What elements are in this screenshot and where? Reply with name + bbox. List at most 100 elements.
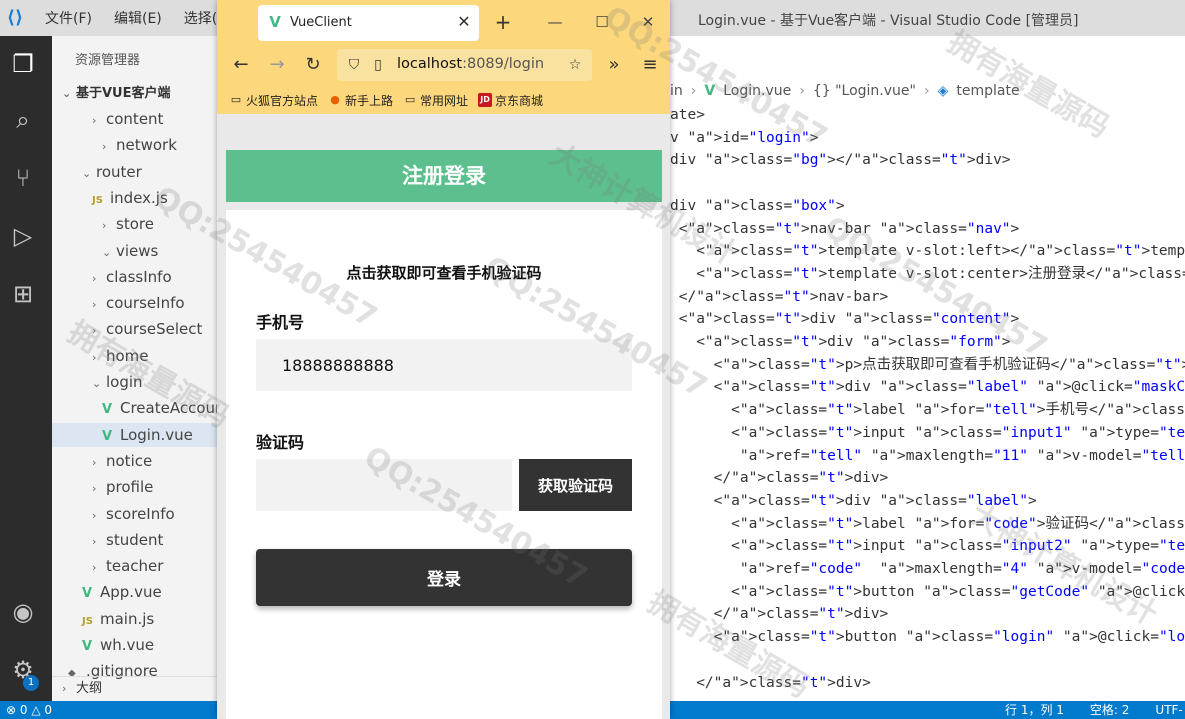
bookmark-item[interactable]: ▭ 火狐官方站点 — [229, 92, 318, 109]
code-line: <"a">class="t">label "a">for="code">验证码<… — [670, 515, 1185, 532]
js-file-icon: JS — [82, 615, 93, 627]
maximize-icon[interactable]: ☐ — [592, 12, 612, 32]
breadcrumb-item[interactable]: template — [956, 83, 1019, 99]
tree-item[interactable]: › scoreInfo — [52, 502, 217, 526]
tree-item[interactable]: › classInfo — [52, 265, 217, 289]
tree-item[interactable]: V Login.vue — [52, 422, 217, 447]
tree-item-label: store — [116, 215, 154, 234]
vue-file-icon: V — [102, 428, 113, 444]
problems-indicator[interactable]: ⊗ 0 △ 0 — [6, 701, 52, 719]
code-line: div "a">class="bg"></"a">class="t">div> — [670, 152, 1011, 169]
tree-item[interactable]: › network — [52, 133, 217, 157]
tree-item[interactable]: › store — [52, 212, 217, 236]
vue-favicon-icon: V — [269, 13, 281, 31]
vue-file-icon: V — [82, 586, 93, 602]
bookmark-item[interactable]: JD 京东商城 — [478, 92, 543, 109]
close-tab-icon[interactable]: ✕ — [455, 13, 473, 31]
tree-item[interactable]: V App.vue — [52, 580, 217, 604]
browser-tab[interactable]: V VueClient ✕ — [258, 5, 479, 41]
code-line: "a">ref="tell" "a">maxlength="11" "a">v-… — [739, 447, 1185, 464]
code-line: <"a">class="t">div "a">class="label" "a"… — [670, 379, 1185, 396]
project-root[interactable]: ⌄ 基于VUE客户端 — [62, 82, 171, 101]
vscode-menu-bar: 文件(F) 编辑(E) 选择( — [45, 0, 217, 36]
page-icon[interactable]: ▯ — [369, 56, 387, 74]
chevron-right-icon: › — [92, 561, 97, 575]
code-input[interactable] — [256, 459, 512, 511]
breadcrumb-item[interactable]: Login.vue — [723, 83, 791, 99]
chevron-down-icon: ⌄ — [62, 87, 72, 100]
tree-item[interactable]: V CreateAccoun — [52, 396, 217, 420]
tree-item[interactable]: JS main.js — [52, 607, 217, 631]
outline-section[interactable]: › 大纲 — [52, 676, 217, 700]
tree-item[interactable]: › profile — [52, 475, 217, 499]
bookmark-star-icon[interactable]: ☆ — [566, 56, 584, 74]
menu-selection[interactable]: 选择( — [184, 8, 217, 28]
overflow-chevron-icon[interactable]: » — [602, 53, 626, 77]
login-button[interactable]: 登录 — [256, 549, 632, 606]
tree-item[interactable]: › content — [52, 107, 217, 131]
code-line: <"a">class="t">div "a">class="label"> — [670, 492, 1037, 509]
indentation[interactable]: 空格: 2 — [1090, 701, 1130, 719]
tree-item[interactable]: ⌄ views — [52, 239, 217, 263]
code-line: <"a">class="t">input "a">class="input2" … — [670, 538, 1185, 555]
menu-hamburger-icon[interactable]: ≡ — [638, 53, 662, 77]
tab-title: VueClient — [290, 15, 352, 30]
warning-count: 0 — [44, 703, 53, 717]
search-icon[interactable]: ⌕ — [9, 106, 37, 134]
breadcrumb-item[interactable]: in — [670, 83, 683, 99]
folder-icon: ▭ — [230, 93, 242, 106]
form-hint: 点击获取即可查看手机验证码 — [346, 264, 542, 282]
chevron-right-icon: › — [62, 682, 67, 695]
source-control-icon[interactable]: ⑂ — [9, 164, 37, 192]
url-bar[interactable]: ⛉ ▯ localhost:8089/login ☆ — [337, 49, 592, 81]
phone-label: 手机号 — [256, 313, 305, 332]
reload-icon[interactable]: ↻ — [301, 53, 325, 77]
menu-file[interactable]: 文件(F) — [45, 8, 92, 28]
tree-item-label: CreateAccoun — [120, 399, 217, 418]
tree-item[interactable]: ⌄ router — [52, 160, 217, 184]
explorer-icon[interactable]: ❐ — [9, 50, 37, 78]
chevron-right-icon: › — [92, 324, 97, 338]
tree-item-label: router — [96, 162, 142, 181]
account-icon[interactable]: ◉ — [9, 598, 37, 626]
folder-icon: ▭ — [404, 93, 416, 106]
error-count: 0 — [19, 703, 28, 717]
code-line: <"a">class="t">template v-slot:left></"a… — [670, 243, 1185, 260]
tree-item[interactable]: › student — [52, 528, 217, 552]
close-window-icon[interactable]: ✕ — [638, 12, 658, 32]
jd-logo-icon: JD — [478, 93, 493, 107]
extensions-icon[interactable]: ⊞ — [9, 280, 37, 308]
tree-item[interactable]: ⌄ login — [52, 370, 217, 394]
tree-item[interactable]: › courseSelect — [52, 317, 217, 341]
shield-icon[interactable]: ⛉ — [345, 56, 363, 74]
vue-file-icon: V — [102, 402, 113, 418]
encoding[interactable]: UTF- — [1155, 701, 1182, 719]
tree-item[interactable]: › home — [52, 344, 217, 368]
tree-item[interactable]: JS index.js — [52, 186, 217, 210]
bookmark-item[interactable]: ● 新手上路 — [328, 92, 393, 109]
chevron-down-icon: ⌄ — [102, 245, 112, 259]
tree-item[interactable]: › courseInfo — [52, 291, 217, 315]
run-debug-icon[interactable]: ▷ — [9, 222, 37, 250]
phone-input[interactable] — [256, 339, 632, 391]
bookmark-item[interactable]: ▭ 常用网址 — [403, 92, 468, 109]
cursor-position[interactable]: 行 1，列 1 — [1005, 701, 1064, 719]
breadcrumb-item[interactable]: {} "Login.vue" — [813, 83, 916, 99]
firefox-window: V VueClient ✕ + — ☐ ✕ ← → ↻ ⛉ ▯ localhos… — [217, 0, 670, 719]
menu-edit[interactable]: 编辑(E) — [114, 8, 162, 28]
code-line: <"a">class="t">nav-bar "a">class="nav"> — [670, 220, 1020, 237]
chevron-right-icon: › — [92, 298, 97, 312]
back-icon[interactable]: ← — [229, 53, 253, 77]
vue-file-icon: V — [704, 83, 716, 99]
code-editor[interactable]: in › V Login.vue › {} "Login.vue" › ◈ te… — [670, 76, 1185, 701]
new-tab-icon[interactable]: + — [491, 10, 515, 34]
tree-item[interactable]: › notice — [52, 449, 217, 473]
minimize-icon[interactable]: — — [545, 12, 565, 32]
chevron-right-icon: › — [102, 219, 107, 233]
chevron-right-icon: › — [799, 83, 805, 99]
tree-item[interactable]: Vwh.vue — [52, 633, 217, 657]
code-line: "a">ref="code" "a">maxlength="4" "a">v-m… — [739, 561, 1185, 578]
forward-icon[interactable]: → — [265, 53, 289, 77]
tree-item[interactable]: › teacher — [52, 554, 217, 578]
get-code-button[interactable]: 获取验证码 — [519, 459, 632, 511]
